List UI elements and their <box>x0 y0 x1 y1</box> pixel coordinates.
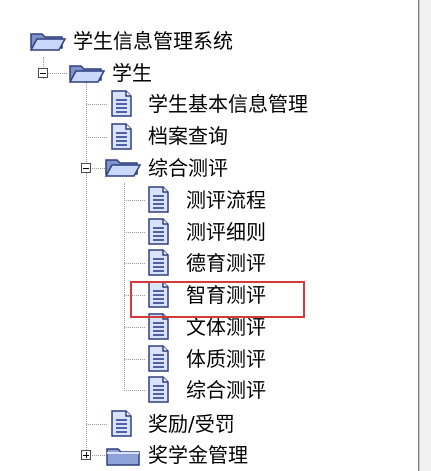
tree-node-label: 德育测评 <box>186 251 266 275</box>
document-icon <box>148 345 169 372</box>
selection-highlight <box>130 281 305 318</box>
connector-line <box>124 200 145 201</box>
collapse-toggle[interactable] <box>81 163 91 173</box>
connector-line <box>124 327 145 328</box>
tree-node-label: 学生信息管理系统 <box>73 29 233 53</box>
tree-node-label: 测评流程 <box>186 188 266 212</box>
expand-toggle[interactable] <box>81 450 91 460</box>
collapse-toggle[interactable] <box>38 68 48 78</box>
tree-node-label: 档案查询 <box>148 124 228 148</box>
document-icon <box>148 249 169 276</box>
document-icon <box>111 410 132 437</box>
document-icon <box>148 218 169 245</box>
connector-line <box>86 424 107 425</box>
folder-open-icon <box>29 33 67 51</box>
connector-line <box>124 232 145 233</box>
connector-line <box>86 137 107 138</box>
connector-line <box>86 104 107 105</box>
connector-line <box>124 263 145 264</box>
folder-open-icon <box>104 159 142 177</box>
tree-node-label: 学生 <box>112 61 152 85</box>
connector-line <box>124 390 145 391</box>
document-icon <box>111 123 132 150</box>
tree-node-label: 学生基本信息管理 <box>148 92 308 116</box>
tree-node-label: 综合测评 <box>148 156 228 180</box>
tree-panel: 学生信息管理系统 学生 学生基本信息管理 档案查询 综合测评 测评流程 测评细则… <box>0 0 419 471</box>
connector-line <box>86 82 87 456</box>
folder-open-icon <box>68 65 106 83</box>
tree-node-label: 体质测评 <box>186 347 266 371</box>
folder-icon <box>106 448 140 466</box>
document-icon <box>148 376 169 403</box>
tree-node-label: 奖励/受罚 <box>148 412 235 436</box>
vertical-scrollbar[interactable] <box>419 0 431 471</box>
tree-node-label: 测评细则 <box>186 220 266 244</box>
document-icon <box>111 90 132 117</box>
connector-line <box>124 359 145 360</box>
tree-view: 学生信息管理系统 学生 学生基本信息管理 档案查询 综合测评 测评流程 测评细则… <box>0 0 418 471</box>
tree-node-label: 奖学金管理 <box>148 443 248 467</box>
tree-node-label: 综合测评 <box>186 378 266 402</box>
document-icon <box>148 186 169 213</box>
